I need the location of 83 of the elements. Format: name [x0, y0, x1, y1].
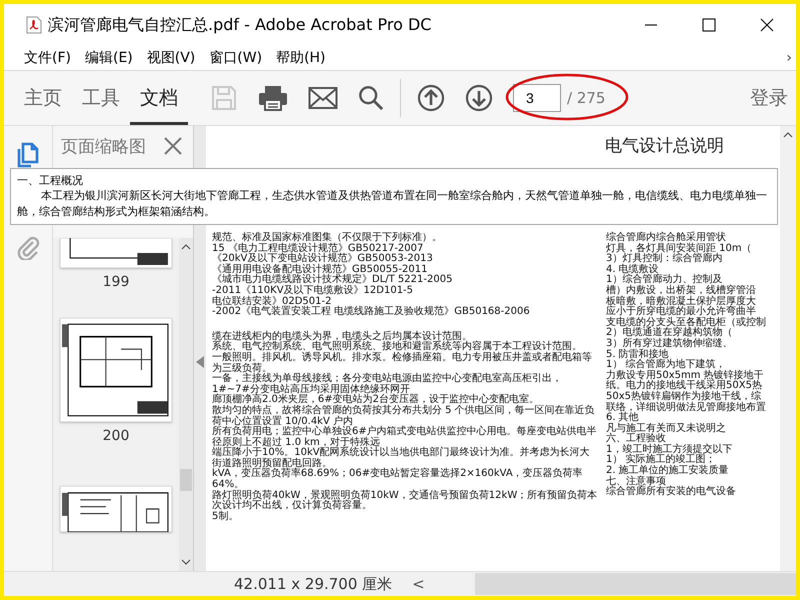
menu-item[interactable]: 帮助(H) [276, 49, 326, 67]
document-text-line: 散均匀的特点，故将综合管廊的负荷按其分布共划分 5 个供电区间，每一区间在靠近负荷中心位置设置 10/0.4kV 户内 [212, 406, 595, 426]
pdf-file-icon [26, 16, 42, 34]
document-text-line: 3）所有穿过建筑物伸缩缝、 [606, 338, 734, 349]
document-text-line: 4. 电缆敷设 [606, 264, 659, 275]
document-text-line: 支电缆的分支头至各配电柜（或控制 [606, 318, 767, 328]
window-title: 滨河管廊电气自控汇总.pdf - Adobe Acrobat Pro DC [48, 14, 432, 36]
document-text-line: 3）灯具控制：综合管廊内 [606, 254, 724, 264]
document-text-line: 综合管廊所有安装的电气设备 [606, 487, 737, 498]
document-text-line: 规范、标准及国家标准图集（不仅限于下列标准）。 [212, 233, 443, 243]
close-icon[interactable] [760, 18, 774, 32]
document-text-line: 路灯照明负荷40kW，景观照明负荷10kW，交通信号预留负荷12kW；所有预留负荷本次设计均不出线，仅计算负荷容量。 [212, 490, 598, 512]
document-text-line: 应小于所穿电缆的最小允许弯曲半 [606, 307, 756, 318]
document-text-line: 《20kV及以下变电站设计规范》GB50053-2013 [212, 254, 434, 264]
document-text-line: 1） 实际施工的竣工图； [606, 455, 716, 466]
document-text-line: 廊顶棚净高2.0米夹层，6#变电站为2台变压器，设于监控中心变配电室。 [212, 395, 540, 406]
printer-icon[interactable] [258, 84, 288, 112]
document-text-line: 50x5热镀锌扁钢作为接地干线，综 [606, 392, 762, 402]
document-text-line: 综合管廊内综合舱采用管状 [606, 233, 727, 243]
document-text-line: 1）综合管廊动力、控制及 [606, 275, 722, 286]
page-count: / 275 [567, 89, 606, 107]
document-text-line: 纸。电力的接地线干线采用50X5热 [606, 381, 763, 392]
document-text-line: 5. 防雷和接地 [606, 350, 669, 360]
maximize-icon[interactable] [702, 18, 716, 32]
document-text-line: 2）电缆通道在穿越构筑物（ [606, 328, 732, 338]
document-text-line: -2011《110KV及以下电缆敷设》12D101-5 [212, 286, 414, 296]
menu-item[interactable]: 窗口(W) [209, 49, 262, 67]
page-thumbnail[interactable] [60, 486, 172, 532]
document-text-line: 凡与施工有关而又未说明之 [606, 424, 727, 434]
document-text-line: 一备，主接线为单母线接线；各分变电站电源由监控中心变配电室高压柜引出，1#~7#分变电站高压均采用固体绝缘环网开 [212, 374, 563, 395]
document-text-line: kVA，变压器负荷率68.69%；06#变电站暂定容量选择2×160kVA，变压器负荷率64%。 [212, 469, 583, 490]
scroll-left-arrow[interactable]: < [412, 575, 425, 593]
toolbar-tab[interactable]: 工具 [72, 71, 130, 125]
document-text-line: 2. 施工单位的施工安装质量 [606, 466, 730, 476]
toolbar-tab[interactable]: 主页 [14, 71, 72, 125]
page-size-label: 42.011 x 29.700 厘米 [234, 574, 392, 594]
collapse-arrow-icon[interactable] [196, 356, 204, 368]
scroll-up-icon[interactable] [783, 132, 793, 138]
document-text-line: 缆在进线柜内的电缆头为界，电缆头之后均属本设计范围。 [212, 332, 472, 342]
menu-item[interactable]: 文件(F) [24, 49, 71, 67]
scroll-thumb[interactable] [180, 468, 192, 490]
document-text-line: 一般照明。排风机。诱导风机。排水泵。检修插座箱。电力专用被压井盖或者配电箱等为三级负荷。 [212, 352, 593, 374]
envelope-icon[interactable] [308, 86, 338, 110]
scrollbar[interactable] [780, 126, 796, 571]
search-icon[interactable] [358, 85, 384, 111]
popup-paragraph: 本工程为银川滨河新区长河大街地下管廊工程，生态供水管道及供热管道布置在同一舱室综合舱内，天然气管道单独一舱，电信缆线、电力电缆单独一舱，综合管廊结构形式为框架箱涵结构。 [17, 188, 768, 220]
document-text-line: 6. 其他 [606, 413, 639, 424]
horizontal-scrollbar[interactable] [474, 573, 796, 595]
document-text-line: 所有负荷用电；监控中心单独设6#户内箱式变电站供监控中心用电。每座变电站供电半径原则上不超过 1.0 km，对于特殊远 [212, 427, 598, 448]
document-text-line: 槽）内敷设，出桥架，线槽穿管沿 [606, 286, 757, 296]
document-text-line: 1，竣工时施工方须提交以下 [606, 444, 734, 455]
page-thumbnail[interactable] [60, 318, 172, 422]
page-number-field[interactable]: 3 [513, 84, 561, 112]
document-text-line: 端压降小于10%。10kV配网系统设计以当地供电部门最终设计为准。并考虑为长河大街道路照明预留配电回路。 [212, 448, 591, 469]
thumbnail-page-number: 200 [102, 428, 130, 444]
paperclip-icon[interactable] [16, 234, 40, 260]
document-text-line: 六、工程验收 [606, 434, 666, 444]
document-text-line: 《通用用电设备配电设计规范》GB50055-2011 [212, 264, 428, 275]
document-text-line: 系统、电气控制系统、电气照明系统、接地和避雷系统等内容属于本工程设计范围。 [212, 342, 582, 352]
document-text-line: 电位联结安装》02D501-2 [212, 296, 332, 307]
document-text-line: 1） 综合管廊为地下建筑， [606, 360, 726, 370]
page-thumbnails-icon[interactable] [16, 142, 40, 168]
document-text-line: 联络，详细说明做法见管廊接地布置 [606, 402, 767, 412]
scrollbar[interactable] [179, 238, 193, 571]
document-text-line: 力敷设专用50x5mm 热镀锌接地干 [606, 370, 765, 381]
menu-item[interactable]: 视图(V) [146, 49, 196, 67]
document-text-line: 《城市电力电缆线路设计技术规定》DL/T 5221-2005 [212, 275, 454, 286]
document-text-line: 15 《电力工程电缆设计规范》GB50217-2007 [212, 244, 424, 254]
more-menu-arrow[interactable]: › [786, 50, 796, 66]
document-text-line: 灯具，各灯具间安装间距 10m（ [606, 244, 753, 254]
popup-heading: 一、工程概况 [17, 173, 84, 188]
scroll-down-icon[interactable] [181, 559, 191, 565]
scroll-up-icon[interactable] [181, 244, 191, 250]
menu-item[interactable]: 编辑(E) [84, 49, 133, 67]
page-thumbnail[interactable] [60, 238, 172, 268]
document-text-line: 七、注意事项 [606, 476, 666, 487]
document-text-line: 板暗敷，暗敷混凝土保护层厚度大 [606, 296, 757, 307]
sign-in-link[interactable]: 登录 [750, 71, 796, 125]
document-text-line: -2002《电气装置安装工程 电缆线路施工及验收规范》GB50168-2006 [212, 307, 531, 318]
panel-title: 页面缩略图 [61, 136, 146, 158]
document-text-line: 5制。 [212, 512, 240, 522]
document-title: 电气设计总说明 [605, 135, 724, 157]
thumbnail-page-number: 199 [102, 274, 130, 290]
